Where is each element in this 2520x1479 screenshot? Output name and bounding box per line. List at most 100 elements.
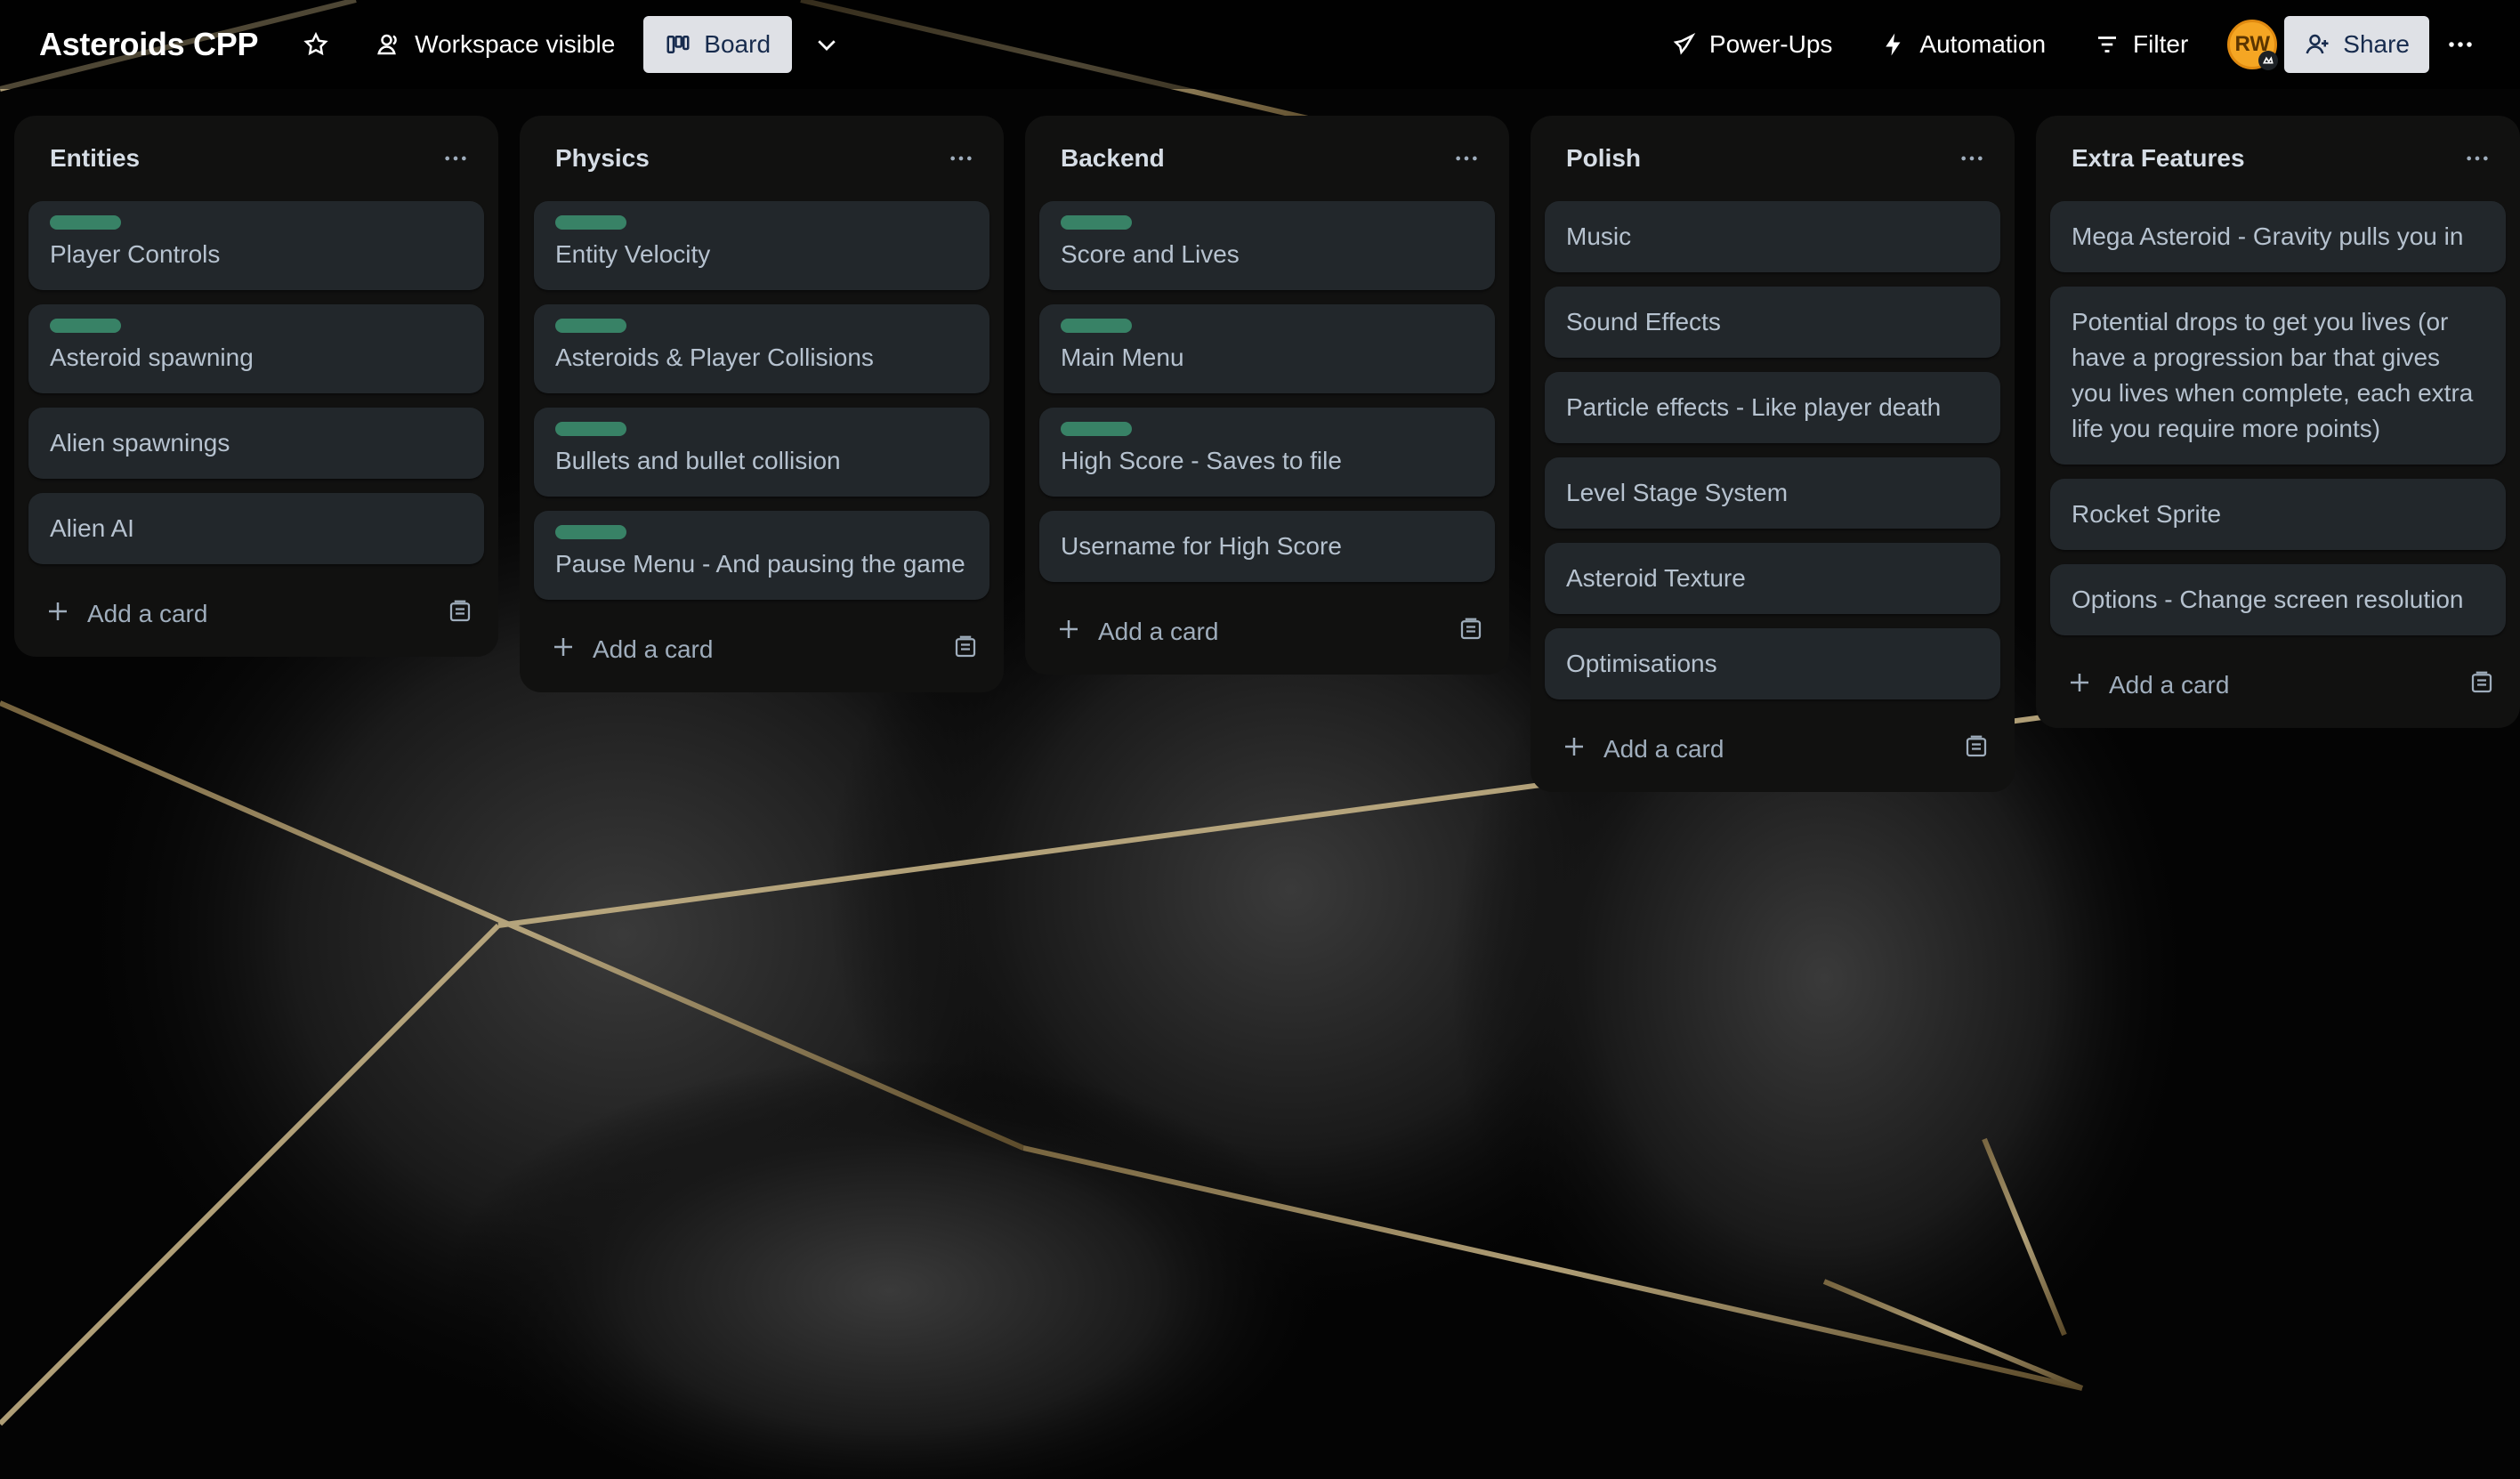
card[interactable]: Music <box>1545 201 2000 272</box>
card-title: Sound Effects <box>1566 308 1721 335</box>
card-title: Entity Velocity <box>555 240 711 268</box>
add-card-label: Add a card <box>2109 671 2230 699</box>
plus-icon <box>1561 733 1587 766</box>
list-title[interactable]: Backend <box>1061 144 1165 173</box>
list-menu-icon[interactable] <box>434 137 477 180</box>
card[interactable]: Optimisations <box>1545 628 2000 699</box>
create-from-template-icon[interactable] <box>2468 669 2495 702</box>
card[interactable]: Pause Menu - And pausing the game <box>534 511 989 600</box>
card[interactable]: Asteroid Texture <box>1545 543 2000 614</box>
create-from-template-icon[interactable] <box>1458 616 1484 649</box>
list-header: Backend <box>1039 116 1495 201</box>
card-title: Bullets and bullet collision <box>555 447 841 474</box>
card-label-green[interactable] <box>555 525 626 539</box>
member-avatar[interactable]: RW <box>2227 20 2279 70</box>
board-view-label: Board <box>704 30 771 58</box>
chevron-down-icon <box>818 40 836 51</box>
share-label: Share <box>2343 30 2410 58</box>
card[interactable]: Level Stage System <box>1545 457 2000 529</box>
list-entities[interactable]: Entities Player Controls Asteroid spawning… <box>14 116 498 657</box>
card-title: Asteroids & Player Collisions <box>555 343 874 371</box>
plus-icon <box>1055 616 1082 649</box>
list-physics[interactable]: Physics Entity Velocity Asteroids & Player… <box>520 116 1004 692</box>
card[interactable]: Options - Change screen resolution <box>2050 564 2506 635</box>
list-backend[interactable]: Backend Score and Lives Main Menu High Scor… <box>1025 116 1509 675</box>
card-label-green[interactable] <box>555 319 626 333</box>
list-menu-icon[interactable] <box>1445 137 1488 180</box>
card[interactable]: Potential drops to get you lives (or hav… <box>2050 287 2506 465</box>
create-from-template-icon[interactable] <box>1963 733 1990 766</box>
add-card-label: Add a card <box>1603 735 1724 763</box>
list-title[interactable]: Physics <box>555 144 650 173</box>
filter-button[interactable]: Filter <box>2080 16 2202 73</box>
card[interactable]: Username for High Score <box>1039 511 1495 582</box>
list-title[interactable]: Extra Features <box>2072 144 2245 173</box>
views-dropdown-button[interactable] <box>799 16 854 73</box>
star-button[interactable] <box>288 16 343 73</box>
add-card-label: Add a card <box>87 600 208 627</box>
card-title: Particle effects - Like player death <box>1566 393 1942 421</box>
board-view-button[interactable]: Board <box>643 16 793 73</box>
card-label-green[interactable] <box>555 215 626 230</box>
card-title: Mega Asteroid - Gravity pulls you in <box>2072 222 2464 250</box>
list-menu-icon[interactable] <box>1951 137 1993 180</box>
card-title: High Score - Saves to file <box>1061 447 1342 474</box>
card[interactable]: Main Menu <box>1039 304 1495 393</box>
card[interactable]: Score and Lives <box>1039 201 1495 290</box>
card[interactable]: High Score - Saves to file <box>1039 408 1495 497</box>
board-menu-button[interactable] <box>2440 16 2481 73</box>
add-card-row: Add a card <box>1545 707 2000 792</box>
board-icon <box>666 36 690 53</box>
card[interactable]: Alien spawnings <box>28 408 484 479</box>
add-person-icon <box>2306 34 2329 54</box>
card-title: Player Controls <box>50 240 221 268</box>
add-card-button[interactable]: Add a card <box>550 634 713 667</box>
card-title: Username for High Score <box>1061 532 1342 560</box>
admin-badge-icon <box>2258 51 2279 70</box>
create-from-template-icon[interactable] <box>447 598 473 631</box>
card[interactable]: Particle effects - Like player death <box>1545 372 2000 443</box>
card-title: Asteroid spawning <box>50 343 254 371</box>
card[interactable]: Sound Effects <box>1545 287 2000 358</box>
filter-icon <box>2098 36 2117 53</box>
lightning-icon <box>1886 33 1901 56</box>
people-icon <box>377 34 397 55</box>
card[interactable]: Rocket Sprite <box>2050 479 2506 550</box>
card-label-green[interactable] <box>1061 422 1132 436</box>
list-title[interactable]: Polish <box>1566 144 1641 173</box>
card-label-green[interactable] <box>1061 215 1132 230</box>
list-extra-features[interactable]: Extra Features Mega Asteroid - Gravity pu… <box>2036 116 2520 728</box>
card[interactable]: Asteroids & Player Collisions <box>534 304 989 393</box>
add-card-button[interactable]: Add a card <box>1055 616 1218 649</box>
card-label-green[interactable] <box>50 319 121 333</box>
automation-button[interactable]: Automation <box>1866 16 2060 73</box>
share-button[interactable]: Share <box>2284 16 2429 73</box>
list-menu-icon[interactable] <box>940 137 982 180</box>
list-menu-icon[interactable] <box>2456 137 2499 180</box>
filter-label: Filter <box>2133 30 2189 58</box>
card[interactable]: Bullets and bullet collision <box>534 408 989 497</box>
list-polish[interactable]: Polish Music Sound Effects Particle effects… <box>1531 116 2015 792</box>
add-card-button[interactable]: Add a card <box>1561 733 1724 766</box>
card-label-green[interactable] <box>1061 319 1132 333</box>
card-label-green[interactable] <box>50 215 121 230</box>
card-label-green[interactable] <box>555 422 626 436</box>
add-card-button[interactable]: Add a card <box>2066 669 2229 702</box>
card[interactable]: Entity Velocity <box>534 201 989 290</box>
list-header: Extra Features <box>2050 116 2506 201</box>
card-title: Main Menu <box>1061 343 1184 371</box>
add-card-row: Add a card <box>2050 643 2506 728</box>
add-card-button[interactable]: Add a card <box>44 598 207 631</box>
list-header: Polish <box>1545 116 2000 201</box>
card[interactable]: Alien AI <box>28 493 484 564</box>
create-from-template-icon[interactable] <box>952 634 979 667</box>
card[interactable]: Mega Asteroid - Gravity pulls you in <box>2050 201 2506 272</box>
power-ups-button[interactable]: Power-Ups <box>1656 16 1846 73</box>
card-title: Alien AI <box>50 514 134 542</box>
list-title[interactable]: Entities <box>50 144 140 173</box>
card[interactable]: Player Controls <box>28 201 484 290</box>
card[interactable]: Asteroid spawning <box>28 304 484 393</box>
board-title[interactable]: Asteroids CPP <box>39 26 258 63</box>
visibility-button[interactable]: Workspace visible <box>361 16 629 73</box>
card-title: Music <box>1566 222 1632 250</box>
